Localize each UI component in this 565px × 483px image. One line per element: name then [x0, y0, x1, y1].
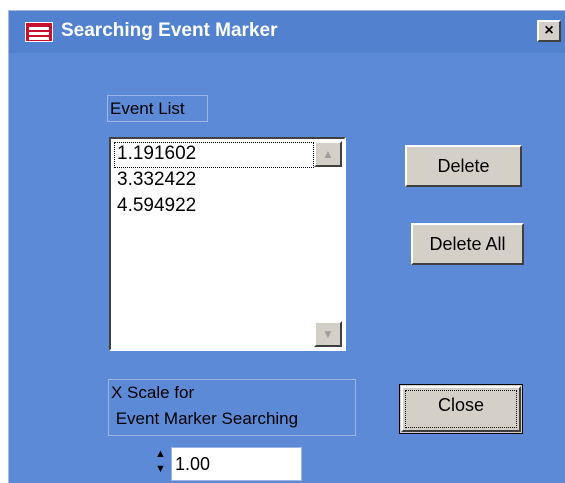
title-bar[interactable]: Searching Event Marker × — [9, 11, 565, 53]
scroll-down-button[interactable]: ▼ — [314, 321, 342, 347]
delete-all-button[interactable]: Delete All — [411, 223, 524, 265]
close-window-button[interactable]: × — [537, 20, 561, 42]
spinner-up-icon[interactable]: ▲ — [154, 447, 167, 462]
event-list-items: 1.191602 3.332422 4.594922 — [114, 142, 314, 220]
list-item[interactable]: 4.594922 — [114, 194, 314, 220]
list-item[interactable]: 1.191602 — [114, 142, 314, 168]
spinner-down-icon[interactable]: ▼ — [154, 462, 167, 477]
x-scale-label: X Scale for Event Marker Searching — [108, 379, 356, 436]
dialog-window: Searching Event Marker × Event List 1.19… — [8, 10, 565, 483]
window-title: Searching Event Marker — [61, 20, 278, 41]
x-scale-input[interactable]: 1.00 — [171, 447, 302, 481]
scroll-up-button[interactable]: ▲ — [314, 141, 342, 167]
triangle-up-icon: ▲ — [322, 147, 334, 161]
list-item[interactable]: 3.332422 — [114, 168, 314, 194]
app-icon — [25, 22, 53, 42]
event-list-label: Event List — [107, 95, 208, 122]
close-button[interactable]: Close — [399, 384, 523, 434]
close-icon: × — [544, 22, 554, 39]
event-listbox[interactable]: 1.191602 3.332422 4.594922 ▲ ▼ — [109, 137, 346, 351]
x-scale-spinner[interactable]: ▲ ▼ — [154, 447, 167, 481]
list-scrollbar[interactable]: ▲ ▼ — [314, 141, 342, 347]
delete-button[interactable]: Delete — [405, 145, 522, 187]
triangle-down-icon: ▼ — [322, 327, 334, 341]
